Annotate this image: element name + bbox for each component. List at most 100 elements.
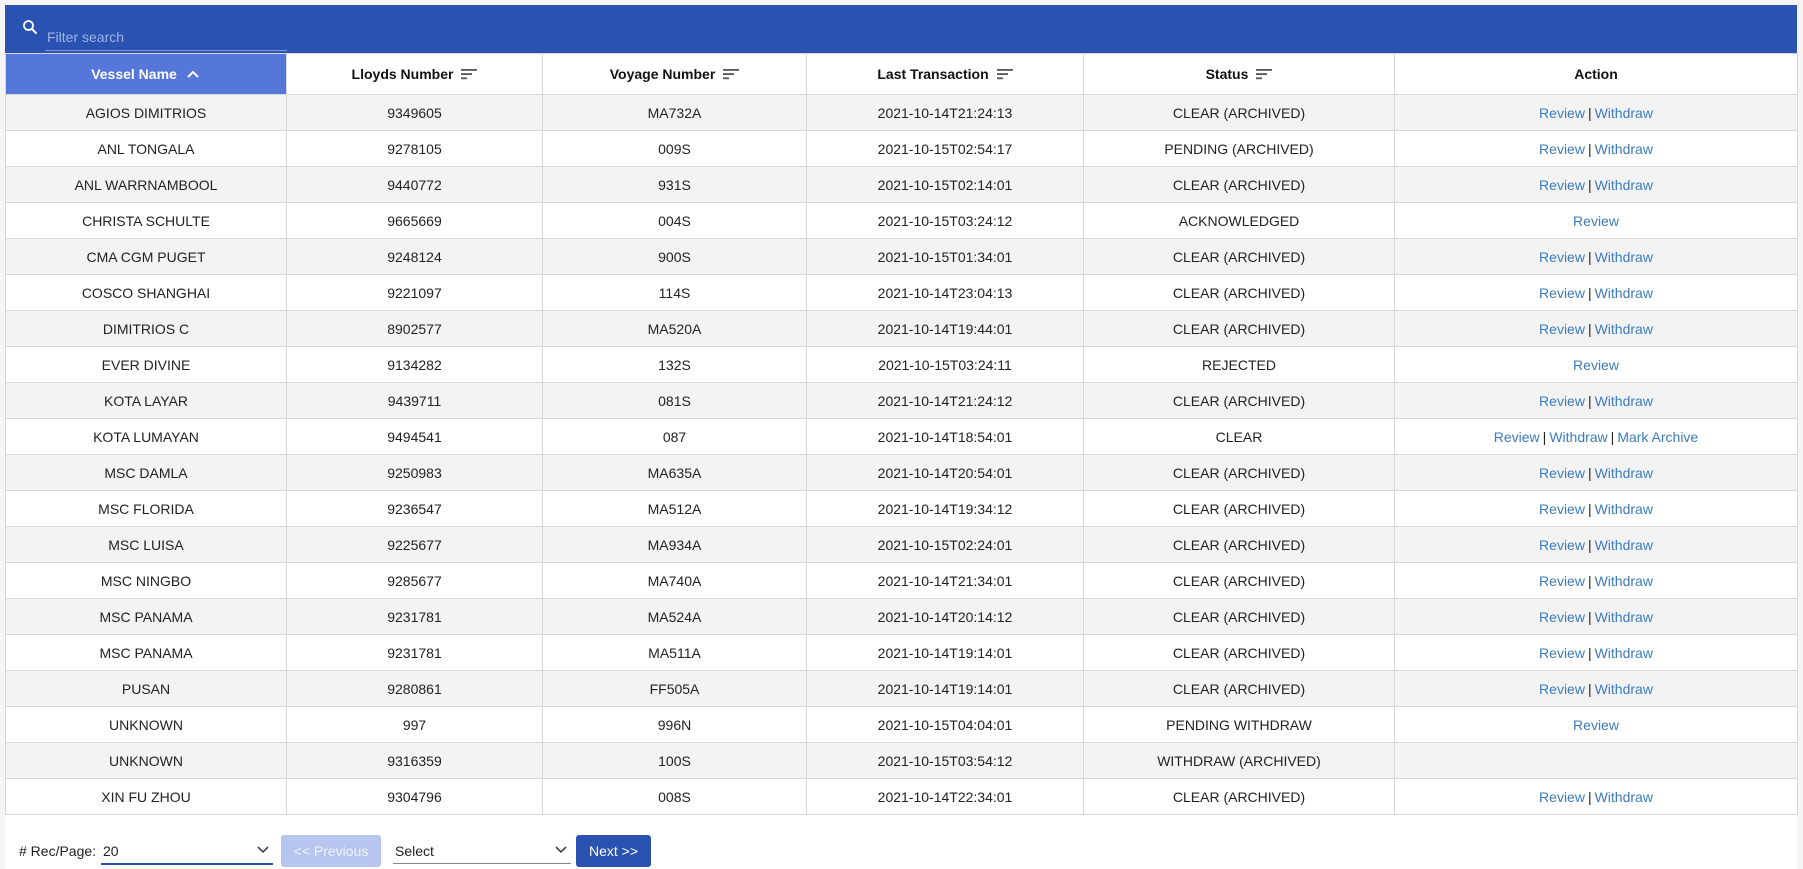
column-header-lloyds-number[interactable]: Lloyds Number xyxy=(286,53,543,95)
status-cell: PENDING WITHDRAW xyxy=(1083,706,1395,743)
review-link[interactable]: Review xyxy=(1539,285,1585,301)
search-input[interactable] xyxy=(45,24,287,51)
column-header-last-transaction[interactable]: Last Transaction xyxy=(806,53,1084,95)
action-separator: | xyxy=(1587,320,1592,337)
status-cell: CLEAR (ARCHIVED) xyxy=(1083,382,1395,419)
review-link[interactable]: Review xyxy=(1539,177,1585,193)
vessel-name-cell: KOTA LUMAYAN xyxy=(5,418,287,455)
last-transaction-cell: 2021-10-15T01:34:01 xyxy=(806,238,1084,275)
lloyds-number-cell: 9231781 xyxy=(286,634,543,671)
review-link[interactable]: Review xyxy=(1539,681,1585,697)
sort-ascending-icon xyxy=(187,70,199,78)
last-transaction-cell: 2021-10-15T02:24:01 xyxy=(806,526,1084,563)
table-header-row: Vessel Name Lloyds Number Voyage Number … xyxy=(5,53,1798,95)
last-transaction-cell: 2021-10-14T22:34:01 xyxy=(806,778,1084,815)
table-row: CHRISTA SCHULTE 9665669 004S 2021-10-15T03:… xyxy=(5,202,1798,239)
action-cell: Review | Withdraw xyxy=(1394,382,1798,419)
voyage-number-cell: 132S xyxy=(542,346,807,383)
action-separator: | xyxy=(1587,140,1592,157)
table-row: DIMITRIOS C 8902577 MA520A 2021-10-14T19:44… xyxy=(5,310,1798,347)
last-transaction-cell: 2021-10-15T03:54:12 xyxy=(806,742,1084,779)
column-label: Action xyxy=(1574,66,1618,82)
sort-icon xyxy=(1256,69,1273,80)
table-row: ANL TONGALA 9278105 009S 2021-10-15T02:54:1… xyxy=(5,130,1798,167)
records-per-page-label: # Rec/Page: xyxy=(19,843,97,859)
review-link[interactable]: Review xyxy=(1539,537,1585,553)
last-transaction-cell: 2021-10-14T19:34:12 xyxy=(806,490,1084,527)
column-header-vessel-name[interactable]: Vessel Name xyxy=(5,53,287,95)
withdraw-link[interactable]: Withdraw xyxy=(1549,429,1607,445)
action-separator: | xyxy=(1587,680,1592,697)
vessel-name-cell: MSC DAMLA xyxy=(5,454,287,491)
column-header-voyage-number[interactable]: Voyage Number xyxy=(542,53,807,95)
table-row: CMA CGM PUGET 9248124 900S 2021-10-15T01:34… xyxy=(5,238,1798,275)
action-cell: Review | Withdraw xyxy=(1394,274,1798,311)
voyage-number-cell: 004S xyxy=(542,202,807,239)
chevron-down-icon xyxy=(555,846,567,854)
last-transaction-cell: 2021-10-15T04:04:01 xyxy=(806,706,1084,743)
review-link[interactable]: Review xyxy=(1494,429,1540,445)
lloyds-number-cell: 9440772 xyxy=(286,166,543,203)
review-link[interactable]: Review xyxy=(1539,573,1585,589)
vessel-name-cell: COSCO SHANGHAI xyxy=(5,274,287,311)
last-transaction-cell: 2021-10-15T03:24:11 xyxy=(806,346,1084,383)
table-row: ANL WARRNAMBOOL 9440772 931S 2021-10-15T02:… xyxy=(5,166,1798,203)
withdraw-link[interactable]: Withdraw xyxy=(1595,573,1653,589)
withdraw-link[interactable]: Withdraw xyxy=(1595,285,1653,301)
page-select[interactable]: Select xyxy=(393,837,571,864)
next-page-button[interactable]: Next >> xyxy=(576,835,651,867)
action-cell: Review xyxy=(1394,202,1798,239)
table-row: MSC PANAMA 9231781 MA524A 2021-10-14T20:14:… xyxy=(5,598,1798,635)
review-link[interactable]: Review xyxy=(1539,141,1585,157)
action-cell: Review | Withdraw xyxy=(1394,562,1798,599)
mark-archive-link[interactable]: Mark Archive xyxy=(1617,429,1698,445)
column-label: Lloyds Number xyxy=(351,66,454,82)
withdraw-link[interactable]: Withdraw xyxy=(1595,789,1653,805)
status-cell: ACKNOWLEDGED xyxy=(1083,202,1395,239)
withdraw-link[interactable]: Withdraw xyxy=(1595,105,1653,121)
voyage-number-cell: 087 xyxy=(542,418,807,455)
status-cell: WITHDRAW (ARCHIVED) xyxy=(1083,742,1395,779)
action-separator: | xyxy=(1610,428,1615,445)
records-per-page-select[interactable]: 20 xyxy=(101,837,273,865)
review-link[interactable]: Review xyxy=(1573,213,1619,229)
withdraw-link[interactable]: Withdraw xyxy=(1595,537,1653,553)
review-link[interactable]: Review xyxy=(1539,645,1585,661)
review-link[interactable]: Review xyxy=(1539,465,1585,481)
vessel-name-cell: ANL TONGALA xyxy=(5,130,287,167)
column-header-status[interactable]: Status xyxy=(1083,53,1395,95)
last-transaction-cell: 2021-10-14T21:24:12 xyxy=(806,382,1084,419)
vessel-name-cell: MSC LUISA xyxy=(5,526,287,563)
withdraw-link[interactable]: Withdraw xyxy=(1595,645,1653,661)
table-row: XIN FU ZHOU 9304796 008S 2021-10-14T22:34:0… xyxy=(5,778,1798,815)
voyage-number-cell: 900S xyxy=(542,238,807,275)
previous-page-button[interactable]: << Previous xyxy=(281,835,381,867)
lloyds-number-cell: 9278105 xyxy=(286,130,543,167)
pagination-bar: # Rec/Page: 20 << Previous Select Next >… xyxy=(5,825,1797,869)
status-cell: CLEAR (ARCHIVED) xyxy=(1083,490,1395,527)
review-link[interactable]: Review xyxy=(1539,249,1585,265)
withdraw-link[interactable]: Withdraw xyxy=(1595,609,1653,625)
table-row: PUSAN 9280861 FF505A 2021-10-14T19:14:01 CLE… xyxy=(5,670,1798,707)
withdraw-link[interactable]: Withdraw xyxy=(1595,249,1653,265)
withdraw-link[interactable]: Withdraw xyxy=(1595,177,1653,193)
review-link[interactable]: Review xyxy=(1539,105,1585,121)
action-cell: Review xyxy=(1394,346,1798,383)
review-link[interactable]: Review xyxy=(1539,321,1585,337)
review-link[interactable]: Review xyxy=(1539,393,1585,409)
withdraw-link[interactable]: Withdraw xyxy=(1595,681,1653,697)
withdraw-link[interactable]: Withdraw xyxy=(1595,465,1653,481)
last-transaction-cell: 2021-10-15T02:14:01 xyxy=(806,166,1084,203)
review-link[interactable]: Review xyxy=(1539,609,1585,625)
lloyds-number-cell: 9225677 xyxy=(286,526,543,563)
withdraw-link[interactable]: Withdraw xyxy=(1595,141,1653,157)
review-link[interactable]: Review xyxy=(1539,789,1585,805)
table-row: MSC FLORIDA 9236547 MA512A 2021-10-14T19:34… xyxy=(5,490,1798,527)
review-link[interactable]: Review xyxy=(1573,717,1619,733)
withdraw-link[interactable]: Withdraw xyxy=(1595,321,1653,337)
withdraw-link[interactable]: Withdraw xyxy=(1595,501,1653,517)
withdraw-link[interactable]: Withdraw xyxy=(1595,393,1653,409)
review-link[interactable]: Review xyxy=(1573,357,1619,373)
action-separator: | xyxy=(1587,500,1592,517)
review-link[interactable]: Review xyxy=(1539,501,1585,517)
